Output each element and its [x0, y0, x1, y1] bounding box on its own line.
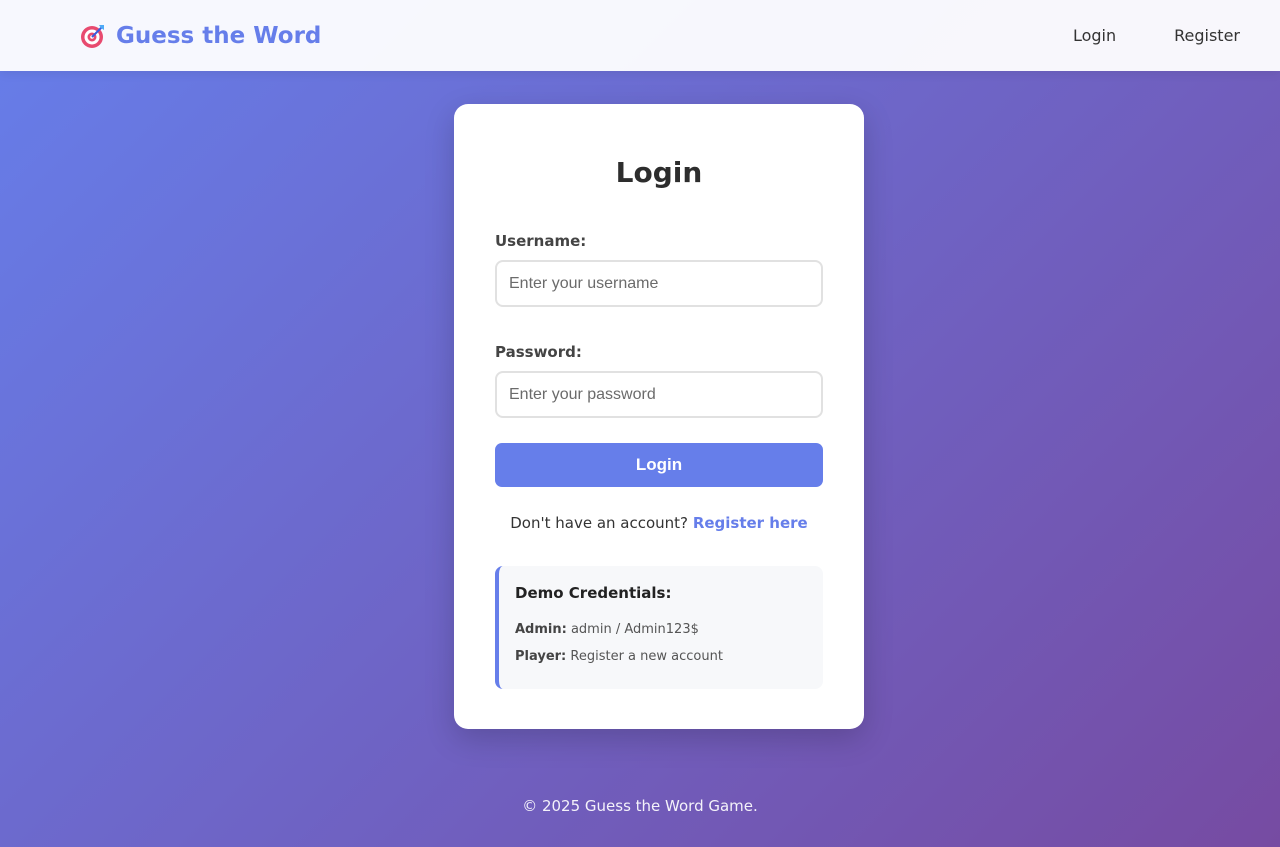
brand-title: Guess the Word [116, 22, 322, 49]
login-card: Login Username: Password: Login Don't ha… [454, 104, 864, 729]
nav-links: Login Register [1073, 26, 1240, 45]
password-input[interactable] [495, 371, 823, 418]
demo-admin-label: Admin: [515, 622, 567, 637]
password-label: Password: [495, 343, 582, 361]
username-input[interactable] [495, 260, 823, 307]
demo-player-line: Player: Register a new account [515, 643, 807, 670]
register-here-link[interactable]: Register here [693, 514, 808, 532]
demo-player-label: Player: [515, 649, 567, 664]
demo-title: Demo Credentials: [515, 584, 672, 602]
brand-link[interactable]: Guess the Word [80, 23, 321, 49]
nav-login-link[interactable]: Login [1073, 26, 1116, 45]
register-prompt-text: Don't have an account? [510, 514, 689, 532]
footer: © 2025 Guess the Word Game. [522, 797, 758, 815]
demo-player-value: Register a new account [570, 649, 723, 664]
nav-register-link[interactable]: Register [1174, 26, 1240, 45]
page-title: Login [615, 156, 703, 189]
username-label: Username: [495, 232, 587, 250]
register-prompt: Don't have an account? Register here [495, 514, 823, 532]
demo-credentials-box: Demo Credentials: Admin: admin / Admin12… [495, 566, 823, 689]
login-button[interactable]: Login [495, 443, 823, 487]
demo-admin-value: admin / Admin123$ [570, 622, 699, 637]
demo-admin-line: Admin: admin / Admin123$ [515, 616, 807, 643]
target-icon [80, 23, 106, 49]
navbar: Guess the Word Login Register [0, 0, 1280, 71]
